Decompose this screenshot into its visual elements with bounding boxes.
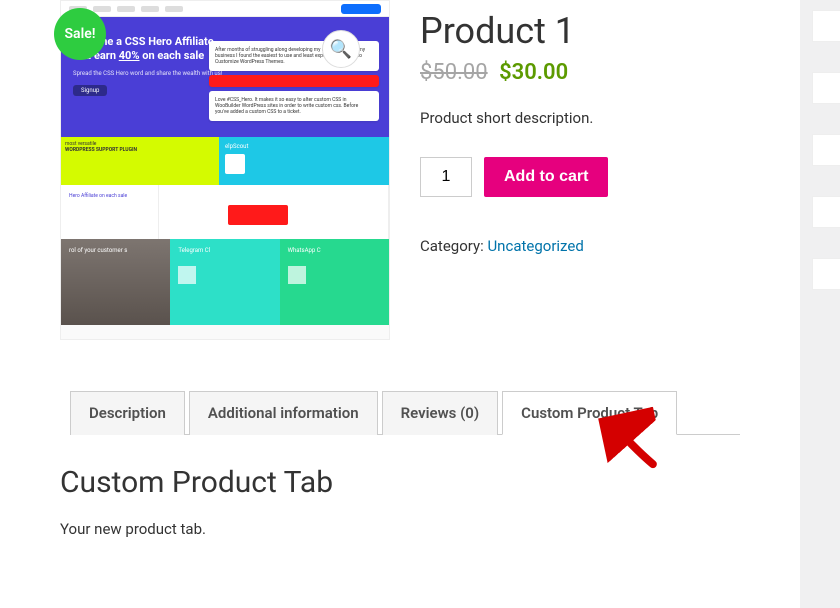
mock-card-red [209, 75, 379, 87]
mock-wa: WhatsApp C [288, 247, 321, 254]
mock-aff: Hero Affiliate on each sale [61, 185, 158, 207]
mock-hs: elpScout [225, 143, 248, 150]
category-label: Category: [420, 237, 484, 255]
mock-card: Love #CSS_Hero. It makes it so easy to a… [209, 91, 379, 121]
mock-wp2: WORDPRESS SUPPORT PLUGIN [65, 147, 137, 153]
mock-hero-btn: Signup [73, 85, 107, 96]
mock-cyan: elpScout [219, 137, 389, 185]
mock-row2: most versatile WORDPRESS SUPPORT PLUGIN … [61, 137, 389, 185]
mock-row3: Hero Affiliate on each sale [61, 185, 389, 239]
mock-header [61, 1, 389, 17]
mock-hero-line2b: 40% [119, 49, 140, 62]
add-to-cart-button[interactable]: Add to cart [484, 157, 608, 197]
sale-price: $30.00 [499, 60, 568, 85]
zoom-icon[interactable]: 🔍 [322, 30, 360, 68]
tab-reviews[interactable]: Reviews (0) [382, 391, 499, 435]
short-description: Product short description. [420, 109, 740, 127]
quantity-stepper[interactable] [420, 157, 472, 197]
sidebar-handles [812, 10, 840, 320]
tab-content-body: Your new product tab. [60, 520, 740, 538]
product-price: $50.00 $30.00 [420, 60, 740, 85]
product-summary: Product 1 $50.00 $30.00 Product short de… [420, 0, 740, 350]
sale-badge: Sale! [54, 8, 106, 60]
add-to-cart-form: Add to cart [420, 157, 740, 197]
category-link[interactable]: Uncategorized [487, 237, 583, 255]
tab-description[interactable]: Description [70, 391, 185, 435]
mock-tg: Telegram Cl [178, 247, 210, 254]
product-title: Product 1 [420, 10, 740, 52]
tab-additional-information[interactable]: Additional information [189, 391, 378, 435]
old-price: $50.00 [420, 60, 488, 85]
product-row: Sale! 🔍 Become a CSS Hero Affiliate and … [60, 0, 740, 350]
mock-row4: rol of your customer s Telegram Cl Whats… [61, 239, 389, 325]
mock-hero-line2c: on each sale [140, 49, 205, 62]
mock-yellowgreen: most versatile WORDPRESS SUPPORT PLUGIN [61, 137, 219, 185]
mock-gr: rol of your customer s [69, 247, 127, 254]
product-image-wrap: Sale! 🔍 Become a CSS Hero Affiliate and … [60, 0, 390, 350]
product-meta: Category: Uncategorized [420, 237, 740, 255]
